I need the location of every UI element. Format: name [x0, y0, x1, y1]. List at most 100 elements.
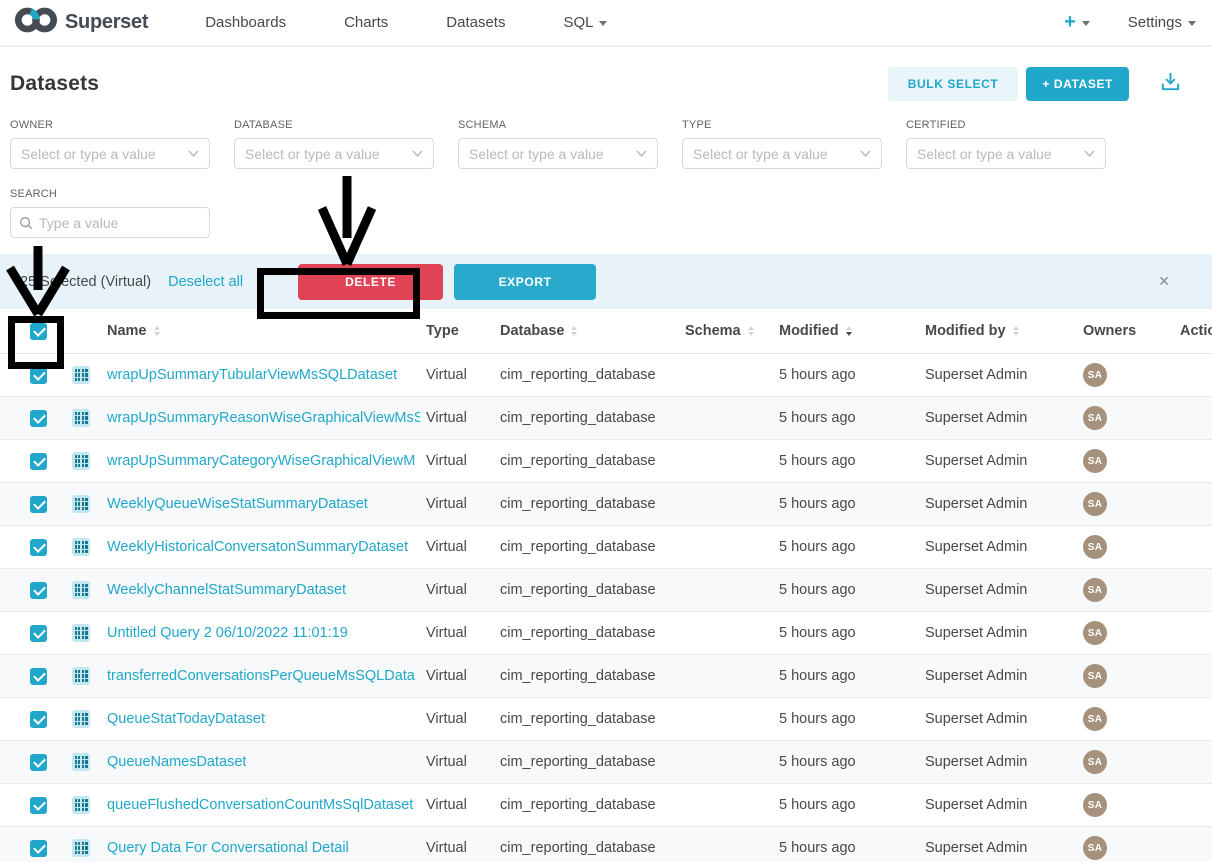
row-checkbox-cell: [0, 582, 60, 599]
select-placeholder: Select or type a value: [469, 146, 636, 162]
column-header-schema[interactable]: Schema: [680, 323, 775, 339]
dataset-name-link[interactable]: QueueNamesDataset: [107, 754, 246, 770]
row-checkbox[interactable]: [30, 539, 47, 556]
row-checkbox-cell: [0, 754, 60, 771]
settings-menu[interactable]: Settings: [1128, 14, 1196, 31]
owner-avatar[interactable]: SA: [1083, 750, 1107, 774]
nav-item-charts[interactable]: Charts: [344, 14, 388, 31]
row-checkbox-cell: [0, 711, 60, 728]
row-checkbox[interactable]: [30, 582, 47, 599]
dataset-type: Virtual: [420, 711, 494, 727]
certified-select[interactable]: Select or type a value: [906, 138, 1106, 169]
dataset-type: Virtual: [420, 668, 494, 684]
column-header-name[interactable]: Name: [107, 323, 420, 339]
nav-item-sql[interactable]: SQL: [563, 14, 607, 31]
dataset-grid-icon: [72, 839, 90, 857]
owner-avatar[interactable]: SA: [1083, 492, 1107, 516]
sort-icon[interactable]: [154, 326, 160, 336]
owner-avatar[interactable]: SA: [1083, 363, 1107, 387]
row-checkbox[interactable]: [30, 625, 47, 642]
schema-select[interactable]: Select or type a value: [458, 138, 658, 169]
superset-brand[interactable]: Superset: [14, 5, 148, 40]
sort-icon[interactable]: [571, 326, 577, 336]
nav-item-dashboards[interactable]: Dashboards: [205, 14, 286, 31]
row-checkbox[interactable]: [30, 496, 47, 513]
sort-icon[interactable]: [748, 326, 754, 336]
row-icon-cell: [60, 452, 107, 470]
owner-avatar[interactable]: SA: [1083, 535, 1107, 559]
dataset-name-link[interactable]: transferredConversationsPerQueueMsSQLDat…: [107, 668, 415, 684]
owner-avatar[interactable]: SA: [1083, 836, 1107, 860]
owners-cell: SA: [1079, 363, 1165, 387]
owner-avatar[interactable]: SA: [1083, 707, 1107, 731]
dataset-modified-by: Superset Admin: [921, 453, 1079, 469]
dataset-name-link[interactable]: wrapUpSummaryReasonWiseGraphicalViewMsS: [107, 410, 420, 426]
dataset-name-link[interactable]: Untitled Query 2 06/10/2022 11:01:19: [107, 625, 348, 641]
add-dataset-button[interactable]: + DATASET: [1026, 67, 1129, 101]
row-checkbox[interactable]: [30, 668, 47, 685]
dataset-name-link[interactable]: wrapUpSummaryCategoryWiseGraphicalViewM: [107, 453, 415, 469]
search-input[interactable]: [39, 215, 201, 231]
owner-select[interactable]: Select or type a value: [10, 138, 210, 169]
column-header-database[interactable]: Database: [494, 323, 680, 339]
owner-avatar[interactable]: SA: [1083, 449, 1107, 473]
page-header: Datasets BULK SELECT + DATASET: [0, 47, 1212, 115]
type-select[interactable]: Select or type a value: [682, 138, 882, 169]
column-header-modified[interactable]: Modified: [775, 323, 921, 339]
dataset-name-link[interactable]: WeeklyHistoricalConversatonSummaryDatase…: [107, 539, 408, 555]
row-checkbox[interactable]: [30, 840, 47, 857]
row-checkbox[interactable]: [30, 410, 47, 427]
dataset-name-link[interactable]: WeeklyQueueWiseStatSummaryDataset: [107, 496, 368, 512]
sort-icon[interactable]: [1013, 326, 1019, 336]
owner-avatar[interactable]: SA: [1083, 406, 1107, 430]
row-checkbox[interactable]: [30, 754, 47, 771]
filter-label: DATABASE: [234, 119, 434, 131]
new-item-menu[interactable]: +: [1064, 11, 1090, 34]
row-checkbox[interactable]: [30, 711, 47, 728]
dataset-grid-icon: [72, 409, 90, 427]
delete-button[interactable]: DELETE: [298, 264, 443, 300]
owner-avatar[interactable]: SA: [1083, 793, 1107, 817]
dataset-name-link[interactable]: WeeklyChannelStatSummaryDataset: [107, 582, 346, 598]
dataset-database: cim_reporting_database: [494, 797, 680, 813]
table-row: WeeklyChannelStatSummaryDataset Virtual …: [0, 569, 1212, 612]
dataset-modified-by: Superset Admin: [921, 625, 1079, 641]
owners-cell: SA: [1079, 707, 1165, 731]
column-header-modified-by[interactable]: Modified by: [921, 323, 1079, 339]
sort-icon[interactable]: [846, 326, 852, 336]
filter-owner: OWNER Select or type a value: [10, 119, 210, 169]
dataset-name-link[interactable]: queueFlushedConversationCountMsSqlDatase…: [107, 797, 413, 813]
dataset-name-link[interactable]: Query Data For Conversational Detail: [107, 840, 349, 856]
bulk-select-button[interactable]: BULK SELECT: [888, 67, 1019, 101]
deselect-all-link[interactable]: Deselect all: [168, 274, 243, 290]
dataset-name-link[interactable]: QueueStatTodayDataset: [107, 711, 265, 727]
superset-logo-icon: [14, 5, 58, 40]
select-all-checkbox[interactable]: [30, 323, 47, 340]
dataset-modified: 5 hours ago: [775, 410, 921, 426]
database-select[interactable]: Select or type a value: [234, 138, 434, 169]
dataset-database: cim_reporting_database: [494, 410, 680, 426]
close-icon[interactable]: ✕: [1158, 273, 1170, 290]
owners-cell: SA: [1079, 836, 1165, 860]
owner-avatar[interactable]: SA: [1083, 664, 1107, 688]
dataset-modified-by: Superset Admin: [921, 840, 1079, 856]
nav-right: + Settings: [1064, 11, 1196, 34]
dataset-database: cim_reporting_database: [494, 625, 680, 641]
import-datasets-button[interactable]: [1159, 71, 1182, 97]
dataset-modified-by: Superset Admin: [921, 711, 1079, 727]
owners-cell: SA: [1079, 664, 1165, 688]
owner-avatar[interactable]: SA: [1083, 578, 1107, 602]
row-checkbox[interactable]: [30, 367, 47, 384]
export-button[interactable]: EXPORT: [454, 264, 596, 300]
row-icon-cell: [60, 624, 107, 642]
nav-item-datasets[interactable]: Datasets: [446, 14, 505, 31]
row-checkbox[interactable]: [30, 453, 47, 470]
owners-cell: SA: [1079, 578, 1165, 602]
dataset-name-link[interactable]: wrapUpSummaryTubularViewMsSQLDataset: [107, 367, 397, 383]
owner-avatar[interactable]: SA: [1083, 621, 1107, 645]
row-checkbox[interactable]: [30, 797, 47, 814]
row-checkbox-cell: [0, 797, 60, 814]
chevron-down-icon: [188, 150, 199, 157]
owners-cell: SA: [1079, 449, 1165, 473]
row-checkbox-cell: [0, 453, 60, 470]
